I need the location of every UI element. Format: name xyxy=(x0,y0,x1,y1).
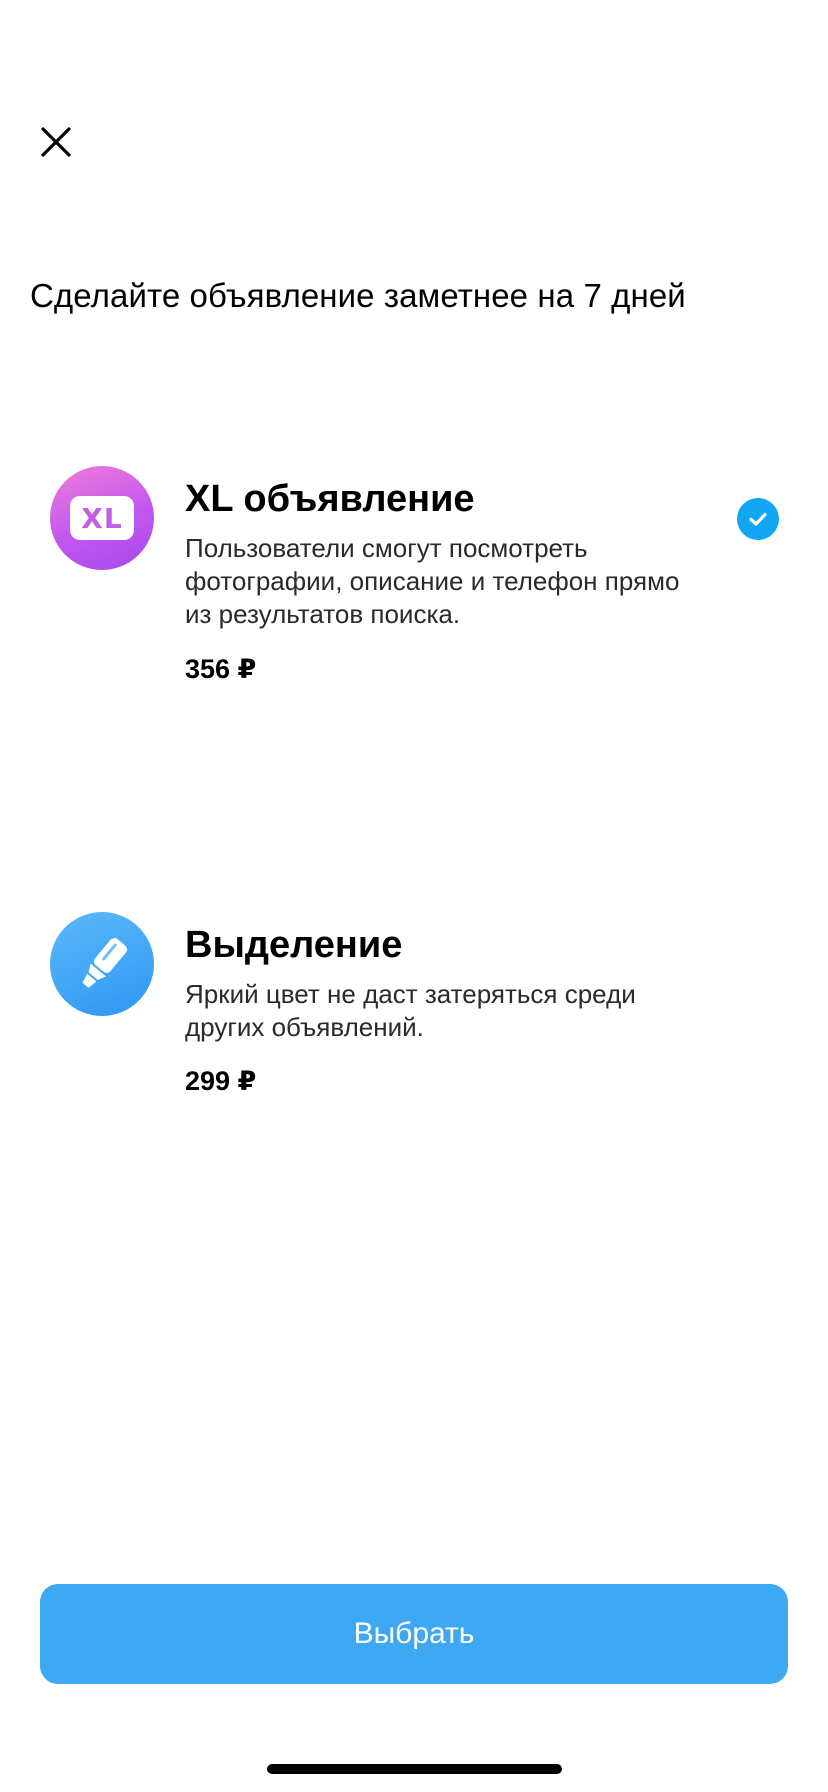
option-description: Яркий цвет не даст затеряться среди друг… xyxy=(185,979,636,1042)
option-title: XL объявление xyxy=(185,478,475,520)
choose-button[interactable]: Выбрать xyxy=(40,1584,788,1684)
option-xl-listing[interactable]: XL XL объявление Пользователи смогут пос… xyxy=(0,456,828,716)
close-icon xyxy=(41,127,71,157)
home-indicator[interactable] xyxy=(267,1764,562,1774)
close-button[interactable] xyxy=(32,118,80,166)
page-title: Сделайте объявление заметнее на 7 дней xyxy=(30,277,686,314)
option-highlight[interactable]: Выделение Яркий цвет не даст затеряться … xyxy=(0,902,828,1122)
option-description: Пользователи смогут посмотреть фотографи… xyxy=(185,533,680,629)
highlighter-icon xyxy=(50,912,154,1016)
xl-badge-icon: XL xyxy=(50,466,154,570)
checkmark-icon[interactable] xyxy=(737,498,779,540)
xl-badge-label: XL xyxy=(70,496,134,540)
option-price: 299 ₽ xyxy=(185,1066,257,1096)
option-price: 356 ₽ xyxy=(185,654,257,684)
option-title: Выделение xyxy=(185,924,403,966)
